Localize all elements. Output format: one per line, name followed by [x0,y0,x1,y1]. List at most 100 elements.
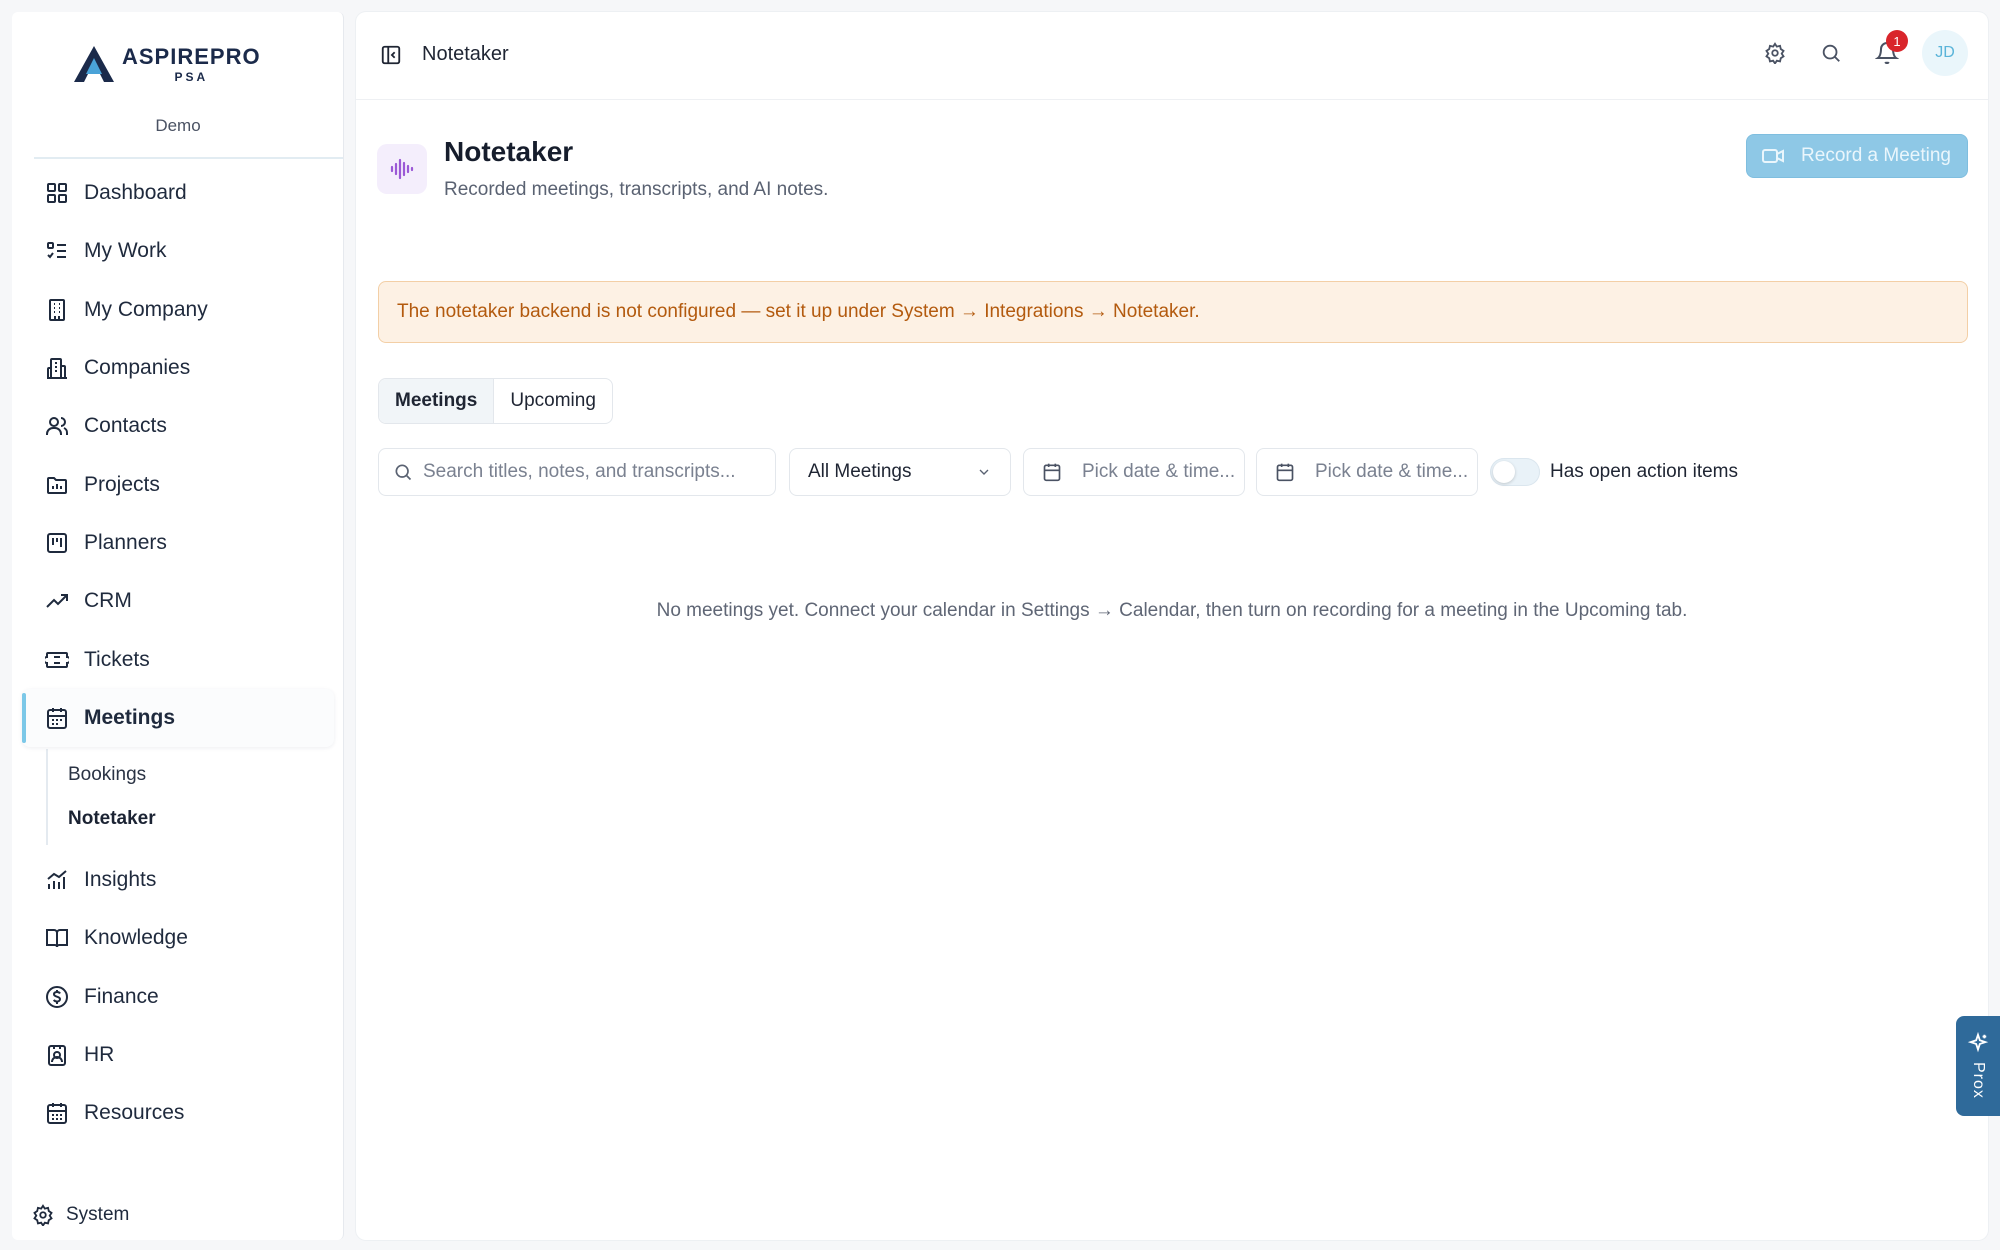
sidebar-item-label: CRM [84,589,132,613]
sidebar: ASPIREPRO PSA Demo Dashboard My Work My … [12,12,344,1240]
date-to-placeholder: Pick date & time... [1315,461,1469,482]
sidebar-divider [34,157,343,159]
search-input[interactable] [423,461,763,483]
config-warning-alert: The notetaker backend is not configured … [378,281,1968,343]
ticket-icon [44,647,70,673]
search-icon [1822,44,1840,62]
sidebar-item-label: My Work [84,239,167,263]
sidebar-item-label: Meetings [84,705,176,729]
subnav-item-notetaker[interactable]: Notetaker [48,797,334,841]
filter-bar: All Meetings Pick date & time... Pick da… [378,448,1968,496]
sidebar-item-projects[interactable]: Projects [22,455,334,513]
sidebar-item-tickets[interactable]: Tickets [22,630,334,688]
date-from-picker[interactable]: Pick date & time... [1023,448,1245,496]
dollar-circle-icon [44,984,70,1010]
sidebar-nav: Dashboard My Work My Company Companies C… [22,164,334,1142]
sidebar-item-label: Planners [84,530,167,554]
prox-assistant-tab[interactable]: Prox [1956,1016,2000,1116]
sidebar-item-label: Insights [84,868,157,892]
calendar-grid-icon [44,1100,70,1126]
sidebar-item-label: Companies [84,356,191,380]
toggle-label: Has open action items [1550,461,1738,482]
sidebar-toggle-icon[interactable] [380,44,402,71]
checklist-icon [44,238,70,264]
users-icon [44,413,70,439]
page-title: Notetaker [444,136,574,167]
breadcrumb: Notetaker [422,43,509,65]
open-action-items-toggle[interactable] [1490,458,1540,486]
sidebar-item-my-company[interactable]: My Company [22,281,334,339]
topbar: Notetaker 1 JD [356,12,1988,100]
trending-up-icon [44,588,70,614]
settings-button[interactable] [1752,30,1798,76]
tab-meetings[interactable]: Meetings [379,379,495,423]
sidebar-item-resources[interactable]: Resources [22,1084,334,1142]
chevron-down-icon [979,469,989,475]
kanban-icon [44,530,70,556]
tab-label: Meetings [395,390,478,411]
avatar[interactable]: JD [1922,30,1968,76]
meetings-subnav: Bookings Notetaker [46,748,334,845]
sidebar-item-meetings[interactable]: Meetings [22,688,334,747]
page-subtitle: Recorded meetings, transcripts, and AI n… [444,179,829,200]
sidebar-item-label: My Company [84,297,208,321]
view-tabs: Meetings Upcoming [378,378,613,424]
calendar-icon [1042,462,1062,482]
record-meeting-button[interactable]: Record a Meeting [1746,134,1968,178]
dashboard-grid-icon [44,180,70,206]
search-box [378,448,776,496]
sidebar-item-hr[interactable]: HR [22,1026,334,1084]
app-logo[interactable]: ASPIREPRO PSA [72,34,312,94]
sidebar-item-label: Contacts [84,414,167,438]
logo-mark-icon [74,46,114,82]
sidebar-item-companies[interactable]: Companies [22,339,334,397]
system-label: System [66,1204,130,1225]
sidebar-item-label: HR [84,1043,115,1066]
date-from-placeholder: Pick date & time... [1082,461,1236,482]
sidebar-item-label: Projects [84,472,160,496]
sidebar-item-planners[interactable]: Planners [22,514,334,572]
gear-icon [32,1204,54,1226]
sidebar-item-knowledge[interactable]: Knowledge [22,909,334,967]
toggle-knob [1493,461,1515,483]
sidebar-item-label: Resources [84,1101,185,1125]
sidebar-item-contacts[interactable]: Contacts [22,397,334,455]
action-items-toggle-group: Has open action items [1490,448,1738,496]
record-meeting-label: Record a Meeting [1801,145,1951,166]
tab-label: Upcoming [510,390,596,411]
bar-chart-icon [44,867,70,893]
sidebar-item-system[interactable]: System [32,1204,129,1226]
sidebar-item-dashboard[interactable]: Dashboard [22,164,334,222]
book-icon [44,925,70,951]
date-to-picker[interactable]: Pick date & time... [1256,448,1478,496]
search-button[interactable] [1808,30,1854,76]
subnav-item-label: Notetaker [68,807,156,829]
sidebar-item-crm[interactable]: CRM [22,572,334,630]
sidebar-item-my-work[interactable]: My Work [22,222,334,280]
folder-chart-icon [44,472,70,498]
tab-upcoming[interactable]: Upcoming [494,379,612,423]
building-icon [44,297,70,323]
topbar-actions: 1 JD [1742,30,1968,76]
sidebar-item-label: Finance [84,984,159,1008]
brand-name: ASPIREPRO [122,43,261,69]
prox-label: Prox [1970,1062,1987,1099]
sidebar-item-finance[interactable]: Finance [22,968,334,1026]
calendar-icon [1275,462,1295,482]
subnav-item-label: Bookings [68,763,147,785]
brand-sub: PSA [174,69,209,84]
notifications-button[interactable]: 1 [1864,30,1910,76]
sidebar-item-label: Tickets [84,647,150,671]
calendar-icon [44,705,70,731]
sparkle-icon [1967,1032,1989,1053]
sidebar-item-label: Knowledge [84,926,188,950]
main-content: Notetaker 1 JD Notetaker Recorded meetin… [356,12,1988,1240]
meeting-filter-select[interactable]: All Meetings [789,448,1011,496]
sidebar-item-insights[interactable]: Insights [22,851,334,909]
subnav-item-bookings[interactable]: Bookings [48,753,334,797]
sidebar-item-label: Dashboard [84,181,187,205]
empty-state-message: No meetings yet. Connect your calendar i… [656,600,1688,621]
search-icon [395,464,412,481]
meeting-filter-value: All Meetings [808,461,912,482]
audio-waveform-icon [377,144,427,194]
